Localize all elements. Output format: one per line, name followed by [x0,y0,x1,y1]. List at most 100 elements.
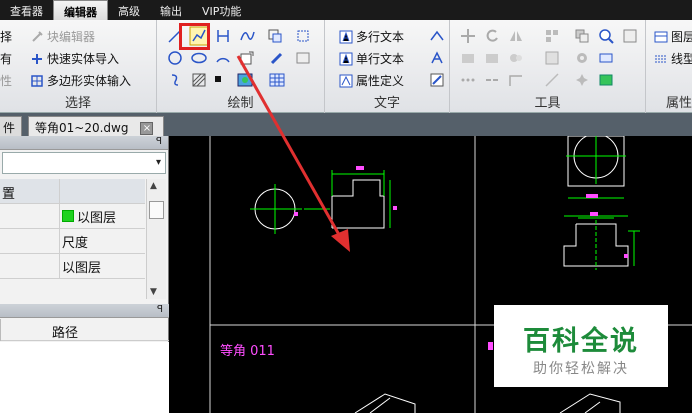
text-style-icon[interactable] [429,28,445,44]
ribbon-group-properties: 图层 线型 属性 [646,20,692,113]
text-edit-icon[interactable] [429,72,445,88]
scroll-down-icon[interactable]: ▼ [150,287,157,297]
watermark-subtitle: 助你轻松解决 [533,361,629,377]
ribbon-toolbar: 择 块编辑器 有 快速实体导入 性 多边形实体输入 选择 绘制 多行文本 单行文… [0,20,692,113]
array-icon[interactable] [544,28,560,44]
gear-icon[interactable] [574,50,590,66]
menu-output[interactable]: 输出 [150,0,192,20]
layer-button[interactable]: 图层 [654,28,692,45]
ribbon-group-tools: 工具 [450,20,646,113]
chamfer-icon[interactable] [544,72,560,88]
panel-header-2: ꟼ [0,304,169,318]
path-column-header[interactable]: 路径 [0,319,169,341]
linetype-icon [655,55,667,62]
raster-image-icon[interactable] [237,72,253,88]
scale-icon[interactable] [544,50,560,66]
point-icon[interactable] [215,76,221,82]
chevron-down-icon: ▾ [155,157,161,168]
arc-icon[interactable] [215,50,231,66]
attribute-definition-button[interactable]: 属性定义 [339,72,404,89]
hatch-icon[interactable] [191,72,207,88]
watermark-title: 百科全说 [523,326,639,357]
box2-icon[interactable] [484,50,500,66]
prop-value: 以图层 [62,260,102,276]
polygon-entity-input-button[interactable]: 多边形实体输入 [30,72,131,89]
text-icon [339,52,353,65]
color-swatch [62,210,74,222]
highlight-box [179,23,210,50]
path-list [0,342,169,413]
panel-header: ꟼ [0,136,168,150]
pen-icon[interactable] [269,50,285,66]
isometric-views [354,393,621,413]
scroll-up-icon[interactable]: ▲ [150,181,157,191]
linetype-button[interactable]: 线型 [654,50,692,67]
pin-icon[interactable]: ꟼ [156,136,162,147]
bottom-right-view [563,212,640,270]
explode-icon[interactable] [574,72,590,88]
offset-icon[interactable] [508,50,524,66]
hatch-copy-icon[interactable] [267,28,283,44]
box-icon[interactable] [460,50,476,66]
dots-icon[interactable] [460,72,476,88]
prop-name [0,204,60,228]
image-frame-icon[interactable] [295,50,311,66]
prop-value-color[interactable]: 以图层 [60,204,145,228]
extend-icon[interactable] [508,72,524,88]
mtext-button[interactable]: 多行文本 [339,28,404,45]
menu-editor[interactable]: 编辑器 [53,0,108,20]
ellipse-icon[interactable] [191,50,207,66]
group-label-tools: 工具 [534,96,561,111]
ribbon-group-select: 择 块编辑器 有 快速实体导入 性 多边形实体输入 选择 [0,20,157,113]
ribbon-group-text: 多行文本 单行文本 属性定义 文字 [325,20,450,113]
table-row: 置 [0,179,145,204]
text-font-icon[interactable] [429,50,445,66]
polygon-icon [31,74,43,87]
ribbon-item-partial-2[interactable]: 有 [0,50,12,67]
circle-icon[interactable] [167,50,183,66]
menu-viewer[interactable]: 查看器 [0,0,53,20]
document-tab-bar: 件 等角01~20.dwg × [0,113,692,136]
top-right-view [566,133,626,199]
prop-name [0,254,60,278]
prop-name [0,229,60,253]
group-label-text: 文字 [373,96,400,111]
break-icon[interactable] [484,72,500,88]
region-icon[interactable] [295,28,311,44]
entity-combo[interactable]: ▾ [2,152,166,174]
single-line-text-button[interactable]: 单行文本 [339,50,404,67]
side-view-profile [294,166,397,229]
move-icon[interactable] [460,28,476,44]
table-icon[interactable] [269,72,285,88]
ribbon-item-select-partial[interactable]: 择 [0,28,12,45]
layer-manage-icon[interactable] [598,72,614,88]
insert-block-icon[interactable] [239,50,255,66]
scroll-thumb[interactable] [149,201,164,219]
revcloud-icon[interactable] [167,72,183,88]
dimension-icon[interactable] [215,28,231,44]
tab-partial[interactable]: 件 [0,116,22,136]
table-row[interactable]: 以图层 [0,204,145,229]
close-icon[interactable]: × [140,122,154,135]
panel-scrollbar[interactable]: ▲ ▼ [146,179,166,299]
spline-icon[interactable] [239,28,255,44]
quick-entity-import-button[interactable]: 快速实体导入 [30,50,119,67]
list-icon[interactable] [622,28,638,44]
copy-icon[interactable] [574,28,590,44]
block-editor-button[interactable]: 块编辑器 [30,28,95,45]
label-marker [488,342,493,350]
menu-advanced[interactable]: 高级 [108,0,150,20]
menu-vip[interactable]: VIP功能 [192,0,251,20]
layer-icon [654,31,668,42]
tab-active-drawing[interactable]: 等角01~20.dwg × [28,116,164,136]
mirror-icon[interactable] [508,28,524,44]
table-row[interactable]: 尺度 [0,229,145,254]
rotate-icon[interactable] [484,28,500,44]
zoom-window-icon[interactable] [598,28,614,44]
select-icon[interactable] [598,50,614,66]
mtext-icon [339,30,353,43]
front-view-circle [250,184,302,234]
table-row[interactable]: 以图层 [0,254,145,279]
ribbon-item-partial-3[interactable]: 性 [0,72,12,89]
pin-icon[interactable]: ꟼ [157,304,163,315]
